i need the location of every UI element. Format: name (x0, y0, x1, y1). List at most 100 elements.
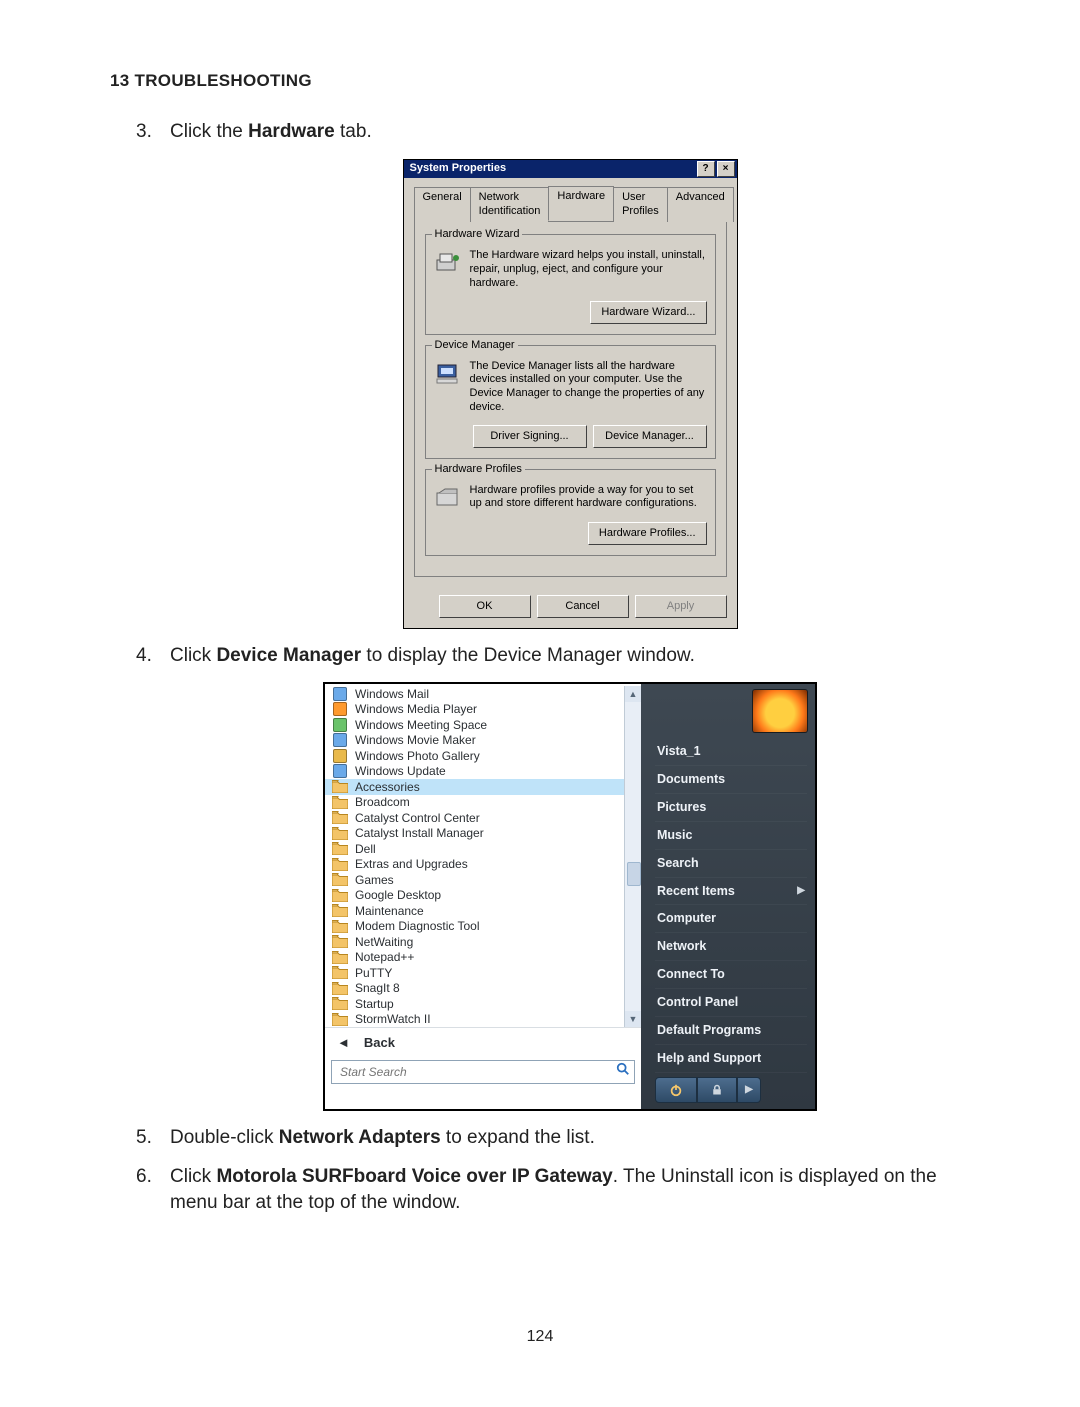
step-4: 4. Click Device Manager to display the D… (136, 643, 970, 1111)
step-6: 6. Click Motorola SURFboard Voice over I… (136, 1164, 970, 1215)
program-item[interactable]: Dell (325, 841, 641, 857)
scroll-thumb[interactable] (627, 862, 641, 886)
back-arrow-icon: ◄ (337, 1034, 350, 1052)
program-label: Maintenance (355, 903, 424, 919)
user-name[interactable]: Vista_1 (655, 738, 807, 766)
program-item[interactable]: Games (325, 872, 641, 888)
folder-icon (331, 904, 349, 918)
program-item[interactable]: Catalyst Install Manager (325, 826, 641, 842)
group-hardware-profiles: Hardware Profiles Hardware profiles prov… (425, 469, 716, 556)
tab-hardware[interactable]: Hardware (548, 186, 614, 222)
program-item[interactable]: Windows Media Player (325, 702, 641, 718)
step-5: 5. Double-click Network Adapters to expa… (136, 1125, 970, 1151)
right-item[interactable]: Recent Items▶ (655, 878, 807, 906)
right-item-label: Pictures (657, 799, 706, 816)
shutdown-menu-button[interactable]: ▶ (737, 1077, 761, 1103)
step-number: 5. (136, 1125, 152, 1151)
program-item[interactable]: Broadcom (325, 795, 641, 811)
right-item[interactable]: Music (655, 822, 807, 850)
right-item[interactable]: Help and Support (655, 1045, 807, 1073)
program-label: NetWaiting (355, 934, 413, 950)
step-text: Click Motorola SURFboard Voice over IP G… (170, 1166, 937, 1213)
tab-user-profiles[interactable]: User Profiles (613, 187, 668, 223)
program-item[interactable]: Extras and Upgrades (325, 857, 641, 873)
program-item[interactable]: StormWatch II (325, 1012, 641, 1028)
program-label: Windows Media Player (355, 701, 477, 717)
program-item[interactable]: Modem Diagnostic Tool (325, 919, 641, 935)
folder-icon (331, 1012, 349, 1026)
program-item[interactable]: Windows Update (325, 764, 641, 780)
search-input[interactable] (338, 1064, 616, 1080)
program-label: SnagIt 8 (355, 980, 400, 996)
tab-advanced[interactable]: Advanced (667, 187, 734, 223)
folder-icon (331, 811, 349, 825)
program-label: Broadcom (355, 794, 410, 810)
hardware-profiles-button[interactable]: Hardware Profiles... (588, 522, 707, 545)
right-item[interactable]: Computer (655, 905, 807, 933)
hardware-profiles-icon (434, 484, 462, 512)
program-item[interactable]: Notepad++ (325, 950, 641, 966)
program-label: Windows Movie Maker (355, 732, 476, 748)
submenu-arrow-icon: ▶ (797, 884, 805, 898)
help-button[interactable]: ? (697, 161, 715, 177)
right-item[interactable]: Connect To (655, 961, 807, 989)
program-label: Catalyst Control Center (355, 810, 480, 826)
folder-icon (331, 981, 349, 995)
power-button[interactable] (655, 1077, 697, 1103)
program-item[interactable]: Google Desktop (325, 888, 641, 904)
folder-icon (331, 950, 349, 964)
folder-icon (331, 888, 349, 902)
section-heading: 13 TROUBLESHOOTING (110, 70, 970, 93)
scrollbar[interactable]: ▲ ▼ (624, 686, 641, 1027)
right-item[interactable]: Pictures (655, 794, 807, 822)
device-manager-button[interactable]: Device Manager... (593, 425, 707, 448)
folder-icon (331, 857, 349, 871)
program-item[interactable]: NetWaiting (325, 934, 641, 950)
program-item[interactable]: Windows Meeting Space (325, 717, 641, 733)
search-icon (616, 1062, 630, 1081)
step-text: Click the Hardware tab. (170, 121, 372, 142)
tab-network-identification[interactable]: Network Identification (470, 187, 550, 223)
dialog-title: System Properties (410, 161, 695, 176)
program-item[interactable]: Accessories (325, 779, 641, 795)
scroll-down-arrow[interactable]: ▼ (625, 1011, 641, 1027)
program-item[interactable]: Windows Movie Maker (325, 733, 641, 749)
folder-icon (331, 873, 349, 887)
right-item[interactable]: Search (655, 850, 807, 878)
close-button[interactable]: × (717, 161, 735, 177)
right-item[interactable]: Control Panel (655, 989, 807, 1017)
hardware-wizard-button[interactable]: Hardware Wizard... (590, 301, 706, 324)
right-item[interactable]: Default Programs (655, 1017, 807, 1045)
right-item[interactable]: Documents (655, 766, 807, 794)
dialog-titlebar: System Properties ? × (404, 160, 737, 178)
scroll-up-arrow[interactable]: ▲ (625, 686, 641, 702)
program-item[interactable]: SnagIt 8 (325, 981, 641, 997)
program-label: Modem Diagnostic Tool (355, 918, 480, 934)
group-text: The Device Manager lists all the hardwar… (470, 360, 707, 415)
folder-icon (331, 826, 349, 840)
driver-signing-button[interactable]: Driver Signing... (473, 425, 587, 448)
step-text: Click Device Manager to display the Devi… (170, 645, 695, 666)
program-item[interactable]: PuTTY (325, 965, 641, 981)
program-item[interactable]: Startup (325, 996, 641, 1012)
right-item-label: Default Programs (657, 1022, 761, 1039)
tab-general[interactable]: General (414, 187, 471, 223)
program-item[interactable]: Maintenance (325, 903, 641, 919)
search-box[interactable] (331, 1060, 635, 1084)
right-item[interactable]: Network (655, 933, 807, 961)
group-text: Hardware profiles provide a way for you … (470, 484, 707, 512)
program-label: Startup (355, 996, 394, 1012)
group-hardware-wizard: Hardware Wizard The Hardware wizard help… (425, 234, 716, 334)
program-item[interactable]: Catalyst Control Center (325, 810, 641, 826)
lock-button[interactable] (697, 1077, 737, 1103)
program-item[interactable]: Windows Mail (325, 686, 641, 702)
folder-icon (331, 842, 349, 856)
right-item-label: Computer (657, 910, 716, 927)
app-icon (331, 718, 349, 732)
back-button[interactable]: ◄ Back (325, 1027, 641, 1058)
cancel-button[interactable]: Cancel (537, 595, 629, 618)
ok-button[interactable]: OK (439, 595, 531, 618)
program-item[interactable]: Windows Photo Gallery (325, 748, 641, 764)
right-item-label: Connect To (657, 966, 725, 983)
user-picture[interactable] (753, 690, 807, 732)
